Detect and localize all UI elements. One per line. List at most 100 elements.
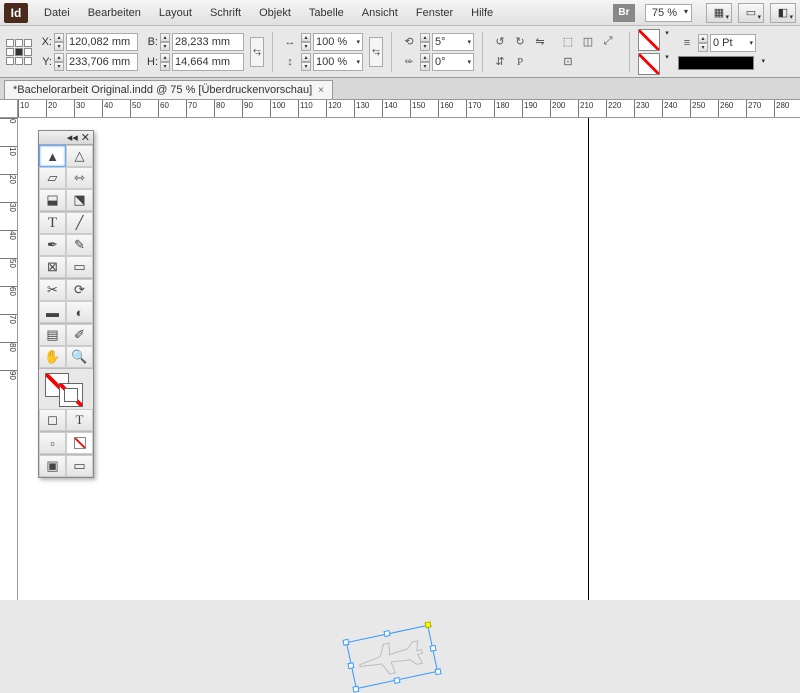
h-label: H: — [144, 56, 158, 68]
stroke-spinner[interactable]: ▴▾ — [698, 34, 708, 52]
select-container-icon[interactable]: ⬚ — [559, 33, 577, 51]
rectangle-frame-tool[interactable]: ⊠ — [39, 256, 66, 278]
menu-schrift[interactable]: Schrift — [202, 3, 249, 23]
tools-panel-header[interactable]: ◂◂✕ — [39, 131, 93, 145]
sx-spinner[interactable]: ▴▾ — [301, 33, 311, 51]
selected-object[interactable] — [346, 625, 438, 689]
center-content-icon[interactable]: ⊡ — [559, 53, 577, 71]
x-spinner[interactable]: ▴▾ — [54, 33, 64, 51]
menu-objekt[interactable]: Objekt — [251, 3, 299, 23]
x-label: X: — [38, 36, 52, 48]
note-tool[interactable]: ▤ — [39, 324, 66, 346]
free-transform-tool[interactable]: ⟳ — [66, 279, 93, 301]
menu-ansicht[interactable]: Ansicht — [354, 3, 406, 23]
document-tab-title: *Bachelorarbeit Original.indd @ 75 % [Üb… — [13, 84, 312, 96]
apply-color-icon[interactable] — [66, 432, 93, 454]
constrain-wh-icon[interactable]: ⥃ — [250, 37, 264, 67]
align-buttons: ⬚ ◫ ⤢ ⊡ — [559, 33, 621, 71]
zoom-tool[interactable]: 🔍 — [66, 346, 93, 368]
collapse-icon[interactable]: ◂◂ — [67, 131, 78, 144]
rotate-ccw-icon[interactable]: ↺ — [491, 33, 509, 51]
flip-v-icon[interactable]: ⇵ — [491, 53, 509, 71]
stroke-dd[interactable]: ▾ — [662, 53, 672, 75]
reference-point[interactable] — [6, 39, 32, 65]
y-label: Y: — [38, 56, 52, 68]
menu-layout[interactable]: Layout — [151, 3, 200, 23]
preview-mode-icon[interactable]: ▭ — [66, 455, 93, 477]
fill-stroke-control[interactable] — [39, 369, 93, 409]
eyedropper-tool[interactable]: ✐ — [66, 324, 93, 346]
h-field[interactable]: 14,664 mm — [172, 53, 244, 71]
app-logo: Id — [4, 3, 28, 23]
p-icon[interactable]: P — [511, 53, 529, 71]
scale-x-field[interactable]: 100 % — [313, 33, 363, 51]
formatting-text-icon[interactable]: T — [66, 409, 93, 431]
zoom-select[interactable]: 75 % — [645, 4, 692, 22]
apply-none-icon[interactable]: ▫ — [39, 432, 66, 454]
sy-spinner[interactable]: ▴▾ — [301, 53, 311, 71]
document-tab[interactable]: *Bachelorarbeit Original.indd @ 75 % [Üb… — [4, 80, 333, 99]
menu-datei[interactable]: Datei — [36, 3, 78, 23]
angle-spinner[interactable]: ▴▾ — [420, 33, 430, 51]
w-spinner[interactable]: ▴▾ — [160, 33, 170, 51]
close-tab-icon[interactable]: × — [318, 85, 324, 96]
menu-bearbeiten[interactable]: Bearbeiten — [80, 3, 149, 23]
ruler-vertical[interactable]: 0102030405060708090 — [0, 118, 18, 600]
content-collector-tool[interactable]: ⬓ — [39, 189, 66, 211]
arrange-button[interactable]: ◧ — [770, 3, 796, 23]
shear-spinner[interactable]: ▴▾ — [420, 53, 430, 71]
canvas[interactable] — [18, 118, 800, 600]
document-tab-bar: *Bachelorarbeit Original.indd @ 75 % [Üb… — [0, 78, 800, 100]
w-field[interactable]: 28,233 mm — [172, 33, 244, 51]
ruler-horizontal[interactable]: 1020304050607080901001101201301401501601… — [18, 100, 800, 118]
normal-view-icon[interactable]: ▣ — [39, 455, 66, 477]
stroke-style-field[interactable] — [678, 56, 754, 70]
h-spinner[interactable]: ▴▾ — [160, 53, 170, 71]
page-tool[interactable]: ▱ — [39, 167, 66, 189]
select-content-icon[interactable]: ◫ — [579, 33, 597, 51]
content-placer-tool[interactable]: ⬔ — [66, 189, 93, 211]
control-bar: X:▴▾120,082 mm Y:▴▾233,706 mm B:▴▾28,233… — [0, 26, 800, 78]
rotate-icon: ⟲ — [400, 33, 418, 51]
menu-hilfe[interactable]: Hilfe — [463, 3, 501, 23]
bridge-icon[interactable]: Br — [613, 4, 635, 22]
rotate-cw-icon[interactable]: ↻ — [511, 33, 529, 51]
menu-fenster[interactable]: Fenster — [408, 3, 461, 23]
view-options-button[interactable]: ▦ — [706, 3, 732, 23]
line-tool[interactable]: ╱ — [66, 212, 93, 234]
close-icon[interactable]: ✕ — [81, 131, 90, 144]
screen-mode-button[interactable]: ▭ — [738, 3, 764, 23]
stroke-swatch[interactable] — [638, 53, 660, 75]
y-spinner[interactable]: ▴▾ — [54, 53, 64, 71]
rectangle-tool[interactable]: ▭ — [66, 256, 93, 278]
fill-swatch[interactable] — [638, 29, 660, 51]
hand-tool[interactable]: ✋ — [39, 346, 66, 368]
gradient-feather-tool[interactable]: ◐ — [66, 301, 93, 323]
pencil-tool[interactable]: ✎ — [66, 234, 93, 256]
fill-dd[interactable]: ▾ — [662, 29, 672, 51]
constrain-scale-icon[interactable]: ⥃ — [369, 37, 383, 67]
page-edge — [588, 118, 589, 600]
formatting-container-icon[interactable]: ◻ — [39, 409, 66, 431]
shear-field[interactable]: 0° — [432, 53, 474, 71]
scissors-tool[interactable]: ✂ — [39, 279, 66, 301]
pen-tool[interactable]: ✒ — [39, 234, 66, 256]
tools-panel[interactable]: ◂◂✕ ▲ △ ▱ ⇿ ⬓ ⬔ T ╱ ✒ ✎ ⊠ ▭ ✂ ⟳ ▬ ◐ ▤ ✐ … — [38, 130, 94, 478]
type-tool[interactable]: T — [39, 212, 66, 234]
stroke-weight-icon: ≡ — [678, 34, 696, 52]
y-field[interactable]: 233,706 mm — [66, 53, 138, 71]
rotation-field[interactable]: 5° — [432, 33, 474, 51]
stroke-weight-field[interactable]: 0 Pt — [710, 34, 756, 52]
selection-tool[interactable]: ▲ — [39, 145, 66, 167]
gap-tool[interactable]: ⇿ — [66, 167, 93, 189]
stroke-box[interactable] — [59, 383, 83, 407]
direct-selection-tool[interactable]: △ — [66, 145, 93, 167]
fit-content-icon[interactable]: ⤢ — [599, 33, 617, 51]
w-label: B: — [144, 36, 158, 48]
scale-y-field[interactable]: 100 % — [313, 53, 363, 71]
flip-h-icon[interactable]: ⇋ — [531, 33, 549, 51]
menu-tabelle[interactable]: Tabelle — [301, 3, 352, 23]
ruler-origin[interactable] — [0, 100, 18, 118]
gradient-swatch-tool[interactable]: ▬ — [39, 301, 66, 323]
x-field[interactable]: 120,082 mm — [66, 33, 138, 51]
